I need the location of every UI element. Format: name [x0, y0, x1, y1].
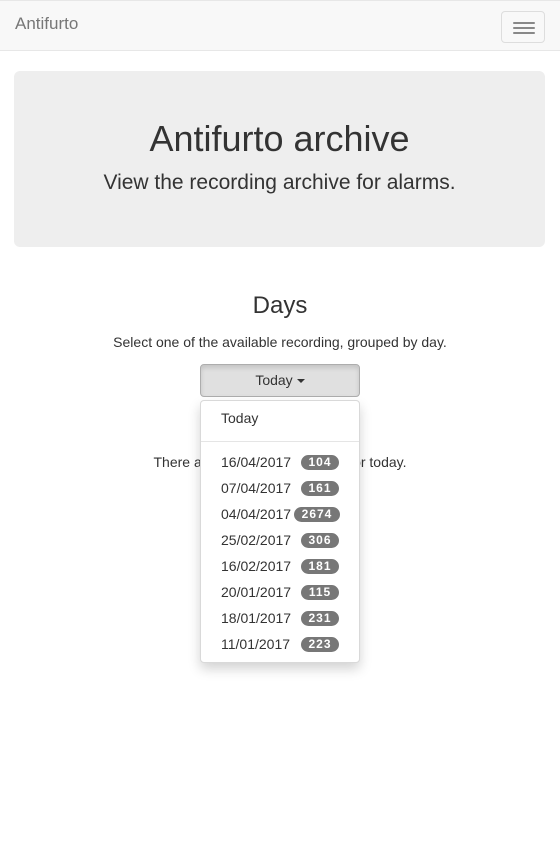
dropdown-item-day[interactable]: 18/01/2017 231	[201, 605, 359, 631]
dropdown-item-day[interactable]: 16/04/2017 104	[201, 449, 359, 475]
days-title: Days	[252, 292, 308, 319]
page-subtitle: View the recording archive for alarms.	[103, 171, 456, 194]
dropdown-item-day[interactable]: 25/02/2017 306	[201, 527, 359, 553]
day-dropdown-selected: Today	[255, 372, 293, 388]
dropdown-item-date: 04/04/2017	[221, 506, 292, 522]
recording-count-badge: 181	[301, 559, 339, 574]
recording-count-badge: 115	[301, 585, 339, 600]
day-dropdown-menu: Today 16/04/2017 104 07/04/2017 161 04/0…	[200, 400, 360, 663]
hamburger-menu-icon	[513, 32, 535, 34]
page-title: Antifurto archive	[149, 118, 410, 159]
caret-down-icon	[296, 379, 305, 384]
dropdown-item-label: Today	[221, 410, 259, 426]
dropdown-divider	[201, 441, 359, 442]
dropdown-item-date: 25/02/2017	[221, 532, 292, 548]
recording-count-badge: 104	[301, 455, 339, 470]
dropdown-item-day[interactable]: 04/04/2017 2674	[201, 501, 359, 527]
recording-count-badge: 231	[301, 611, 339, 626]
dropdown-item-day[interactable]: 11/01/2017 223	[201, 631, 359, 657]
dropdown-item-date: 18/01/2017	[221, 610, 292, 626]
dropdown-item-day[interactable]: 07/04/2017 161	[201, 475, 359, 501]
dropdown-item-day[interactable]: 20/01/2017 115	[201, 579, 359, 605]
navbar: Antifurto	[0, 0, 560, 51]
dropdown-item-today[interactable]: Today	[201, 405, 359, 431]
navbar-brand[interactable]: Antifurto	[15, 14, 78, 34]
recording-count-badge: 2674	[294, 507, 340, 522]
dropdown-item-date: 11/01/2017	[221, 636, 291, 652]
jumbotron: Antifurto archive View the recording arc…	[14, 71, 545, 247]
navbar-toggle-button[interactable]	[501, 11, 545, 43]
dropdown-item-date: 16/04/2017	[221, 454, 292, 470]
dropdown-item-date: 20/01/2017	[221, 584, 292, 600]
recording-count-badge: 223	[301, 637, 339, 652]
day-dropdown-button[interactable]: Today	[200, 364, 360, 397]
dropdown-item-date: 16/02/2017	[221, 558, 292, 574]
dropdown-item-day[interactable]: 16/02/2017 181	[201, 553, 359, 579]
days-description: Select one of the available recording, g…	[113, 334, 447, 350]
hamburger-menu-icon	[513, 27, 535, 29]
recording-count-badge: 161	[301, 481, 339, 496]
hamburger-menu-icon	[513, 22, 535, 24]
dropdown-item-date: 07/04/2017	[221, 480, 292, 496]
recording-count-badge: 306	[301, 533, 339, 548]
